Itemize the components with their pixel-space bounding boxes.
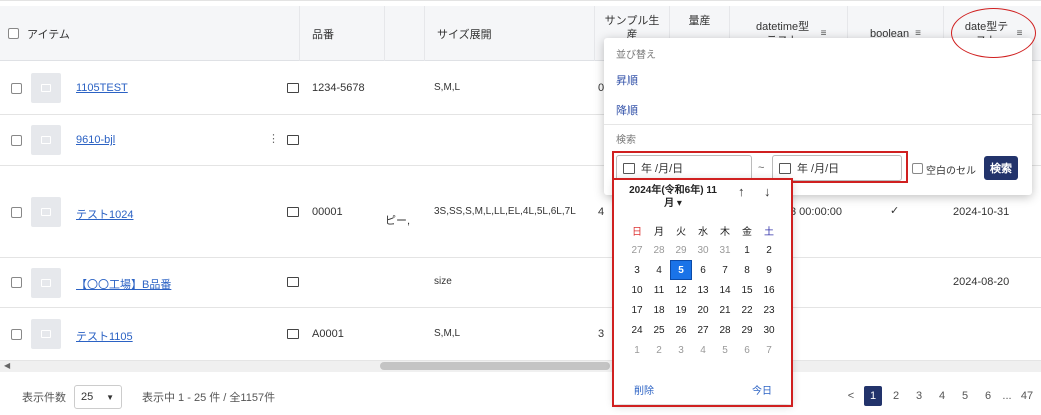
- date-cell: 2024-10-31: [953, 206, 1010, 218]
- row-checkbox[interactable]: [11, 83, 22, 94]
- search-button[interactable]: 検索: [984, 156, 1018, 180]
- row-checkbox[interactable]: [11, 329, 22, 340]
- sort-section-label: 並び替え: [616, 50, 656, 61]
- comment-icon[interactable]: [287, 135, 299, 145]
- item-link[interactable]: テスト1024: [76, 206, 133, 222]
- column-label-hinban: 品番: [312, 28, 334, 41]
- datetime-cell: 3 00:00:00: [790, 206, 842, 218]
- table-footer: 表示件数 25 ▼ 表示中 1 - 25 件 / 全1157件 < 1 2 3 …: [0, 373, 1041, 415]
- blank-cell-checkbox[interactable]: [912, 163, 923, 174]
- item-link[interactable]: 【〇〇工場】B品番: [76, 276, 171, 292]
- page-button-2[interactable]: 2: [887, 386, 905, 406]
- column-label-item: アイテム: [27, 28, 70, 41]
- row-checkbox[interactable]: [11, 207, 22, 218]
- table-row[interactable]: テスト1105 A0001 S,M,L 3: [0, 308, 1041, 361]
- row-checkbox[interactable]: [11, 277, 22, 288]
- thumbnail-image: [31, 268, 61, 298]
- page-size-select[interactable]: 25 ▼: [74, 385, 122, 409]
- page-ellipsis: ...: [1002, 390, 1012, 402]
- column-header-size[interactable]: サイズ展開: [425, 6, 595, 61]
- size-cell: S,M,L: [434, 328, 461, 339]
- prev-page-button[interactable]: <: [842, 386, 860, 406]
- hinban-cell: A0001: [312, 328, 344, 340]
- row-checkbox[interactable]: [11, 135, 22, 146]
- page-button-5[interactable]: 5: [956, 386, 974, 406]
- page-button-1[interactable]: 1: [864, 386, 882, 406]
- page-button-4[interactable]: 4: [933, 386, 951, 406]
- select-all-checkbox[interactable]: [8, 28, 19, 39]
- thumbnail-image: [31, 319, 61, 349]
- search-section-label: 検索: [616, 135, 636, 146]
- item-link[interactable]: テスト1105: [76, 328, 133, 344]
- boolean-check-icon: ✓: [890, 205, 900, 217]
- comment-icon[interactable]: [287, 83, 299, 93]
- size-cell: size: [434, 276, 452, 287]
- item-link[interactable]: 1105TEST: [76, 82, 128, 94]
- column-header-hinban[interactable]: 品番: [300, 6, 385, 61]
- page-button-6[interactable]: 6: [979, 386, 997, 406]
- chevron-down-icon: ▼: [106, 393, 114, 402]
- size-cell: 3S,SS,S,M,L,LL,EL,4L,5L,6L,7L: [434, 206, 576, 217]
- thumbnail-image: [31, 197, 61, 227]
- column-label-size: サイズ展開: [437, 28, 492, 41]
- thumbnail-image: [31, 125, 61, 155]
- page-size-value: 25: [81, 391, 94, 403]
- date-cell: 2024-08-20: [953, 276, 1010, 288]
- page-size-label: 表示件数: [22, 392, 66, 404]
- item-link[interactable]: 9610-bjl: [76, 134, 115, 146]
- sample-cell: 3: [598, 328, 605, 340]
- blank-cell-label: 空白のセル: [926, 166, 976, 177]
- page-button-47[interactable]: 47: [1018, 386, 1036, 406]
- column-header-item[interactable]: アイテム: [0, 6, 300, 61]
- hinban-cell: 1234-5678: [312, 82, 365, 94]
- range-text: 表示中 1 - 25 件 / 全1157件: [142, 392, 276, 404]
- hinban-cell: 00001: [312, 206, 343, 218]
- scrollbar-thumb[interactable]: [380, 362, 610, 370]
- column-label-mass: 量産: [688, 15, 711, 27]
- highlight-box: [612, 178, 793, 407]
- thumbnail-image: [31, 73, 61, 103]
- size-cell: S,M,L: [434, 82, 461, 93]
- sample-cell: 4: [598, 206, 605, 218]
- page-button-3[interactable]: 3: [910, 386, 928, 406]
- sort-asc-option[interactable]: 昇順: [616, 72, 638, 88]
- more-vert-icon[interactable]: ⋮: [268, 132, 279, 145]
- comment-icon[interactable]: [287, 207, 299, 217]
- comment-icon[interactable]: [287, 277, 299, 287]
- column-header-blank: [385, 6, 425, 61]
- highlight-ellipse: [951, 8, 1036, 58]
- sort-desc-option[interactable]: 降順: [616, 102, 638, 118]
- divider: [604, 124, 1032, 125]
- extra-cell: ピー,: [385, 215, 411, 227]
- table-row[interactable]: 【〇〇工場】B品番 size 2024-08-20: [0, 258, 1041, 308]
- comment-icon[interactable]: [287, 329, 299, 339]
- scroll-left-icon[interactable]: ◀: [4, 361, 10, 370]
